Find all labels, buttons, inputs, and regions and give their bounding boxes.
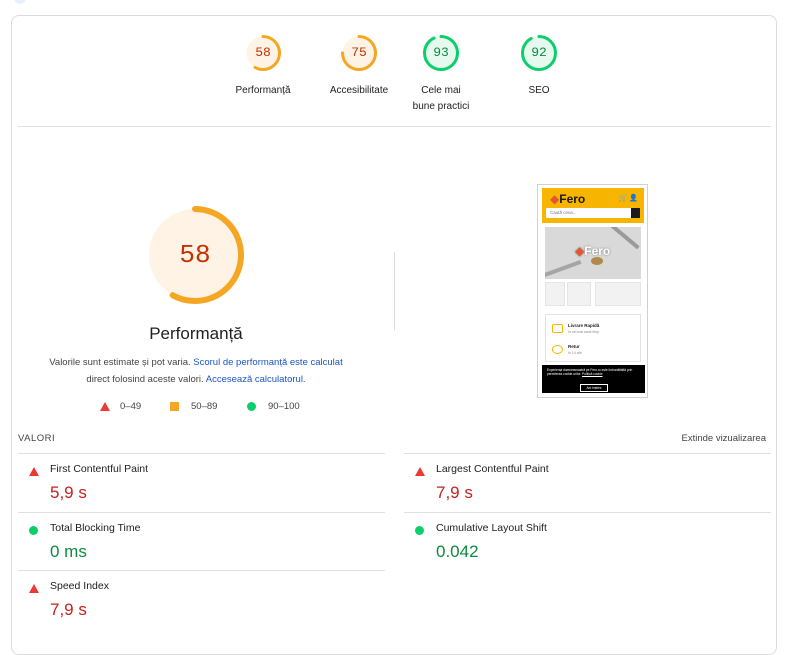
divider: [18, 126, 771, 127]
metric-name: Largest Contentful Paint: [436, 463, 549, 475]
preview-promos: [545, 282, 641, 306]
gauge-label: SEO: [528, 85, 550, 96]
gauge-ring: 93: [422, 34, 460, 72]
legend-range: 0–49: [120, 401, 142, 412]
performance-score: 58: [179, 240, 211, 270]
cart-icon: 🛒 👤: [618, 195, 638, 202]
metric-speed-index[interactable]: Speed Index 7,9 s: [18, 570, 385, 629]
preview-search: Caută ceva...: [546, 208, 640, 218]
preview-cookie-banner: Experiența dumneavoastră pe Fero.ro este…: [542, 365, 645, 393]
preview-benefits-card: Livrare Rapidă în cel mai scurt timp Ret…: [545, 314, 641, 362]
gauge-best-practices[interactable]: 93 Cele mai bune practici: [398, 34, 484, 115]
fail-triangle-icon: [415, 467, 425, 476]
gauge-score: 58: [255, 45, 271, 60]
gauge-ring: 92: [520, 34, 558, 72]
fail-triangle-icon: [29, 584, 39, 593]
performance-title: Performanță: [149, 324, 243, 343]
metric-name: Speed Index: [50, 580, 109, 592]
metric-first-contentful-paint[interactable]: First Contentful Paint 5,9 s: [18, 453, 385, 512]
gauge-label: Cele mai bune practici: [412, 85, 470, 112]
final-screenshot-preview[interactable]: ◆Fero 🛒 👤 Caută ceva... ◆Fero Livrare Ra…: [537, 184, 648, 398]
category-gauges: 58 Performanță 75 Accesibilitate 93 Cele…: [12, 34, 776, 144]
metric-name: Cumulative Layout Shift: [436, 522, 547, 534]
gauge-score: 75: [351, 45, 367, 60]
legend-average: 50–89: [170, 401, 217, 412]
metric-value: 0 ms: [50, 542, 87, 561]
search-icon: [631, 208, 640, 218]
metric-value: 7,9 s: [436, 483, 473, 502]
metric-name: First Contentful Paint: [50, 463, 149, 475]
gauge-score: 92: [531, 45, 547, 60]
gauge-label: Performanță: [235, 85, 291, 96]
gauge-ring: 75: [340, 34, 378, 72]
truck-icon: [552, 324, 563, 333]
circle-icon: [247, 402, 256, 411]
desc-text: Valorile sunt estimate și pot varia.: [49, 357, 194, 368]
fail-triangle-icon: [29, 467, 39, 476]
metric-total-blocking-time[interactable]: Total Blocking Time 0 ms: [18, 512, 385, 571]
preview-header: ◆Fero 🛒 👤 Caută ceva...: [542, 188, 644, 223]
metric-cumulative-layout-shift[interactable]: Cumulative Layout Shift 0.042: [404, 512, 771, 571]
pass-circle-icon: [29, 526, 38, 535]
metric-value: 7,9 s: [50, 600, 87, 619]
performance-gauge-large: 58: [145, 205, 245, 305]
return-icon: [552, 345, 563, 354]
gauge-seo[interactable]: 92 SEO: [494, 34, 584, 99]
gauge-accessibility[interactable]: 75 Accesibilitate: [314, 34, 404, 99]
metric-largest-contentful-paint[interactable]: Largest Contentful Paint 7,9 s: [404, 453, 771, 512]
desc-text-2: direct folosind aceste valori.: [86, 374, 206, 385]
calculator-link[interactable]: Accesează calculatorul.: [206, 374, 306, 385]
preview-hero-image: ◆Fero: [545, 227, 641, 279]
preview-logo: ◆Fero: [550, 192, 586, 206]
legend-range: 90–100: [268, 401, 300, 412]
legend-pass: 90–100: [247, 401, 300, 412]
vertical-divider: [394, 252, 395, 330]
gauge-performance[interactable]: 58 Performanță: [218, 34, 308, 99]
square-icon: [170, 402, 179, 411]
performance-description: Valorile sunt estimate și pot varia. Sco…: [40, 354, 352, 388]
pass-circle-icon: [415, 526, 424, 535]
gauge-ring: 58: [244, 34, 282, 72]
legend-fail: 0–49: [100, 401, 141, 412]
expand-view-toggle[interactable]: Extinde vizualizarea: [682, 433, 767, 444]
gauge-score: 93: [433, 45, 449, 60]
legend-range: 50–89: [191, 401, 218, 412]
triangle-icon: [100, 402, 110, 411]
metric-value: 5,9 s: [50, 483, 87, 502]
top-indicator: [14, 0, 26, 4]
metric-value: 0.042: [436, 542, 479, 561]
gauge-label: Accesibilitate: [329, 85, 389, 96]
metric-name: Total Blocking Time: [50, 522, 141, 534]
metrics-heading: VALORI: [18, 433, 56, 444]
score-calculated-link[interactable]: Scorul de performanță este calculat: [193, 357, 342, 368]
